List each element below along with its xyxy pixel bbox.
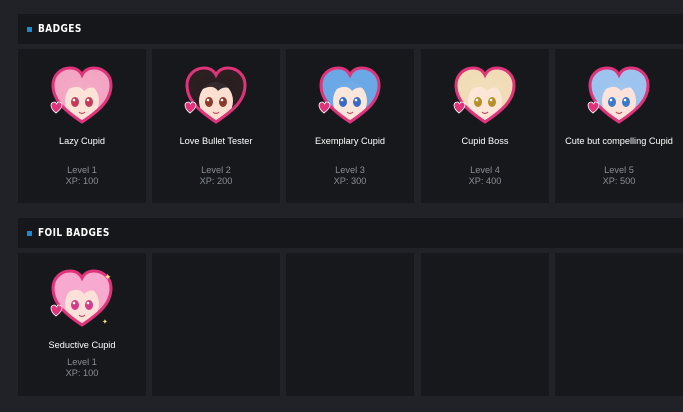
foil-badges-row: ✦ ✦ Seductive Cupid Level 1 XP: 100 — [18, 253, 683, 396]
love-bullet-tester-badge-icon — [184, 66, 247, 124]
svg-text:✦: ✦ — [104, 273, 112, 283]
badge-xp: XP: 400 — [468, 176, 502, 186]
section-marker-icon — [27, 26, 32, 32]
empty-badge-slot — [152, 253, 280, 396]
badge-name: Cupid Boss — [461, 136, 509, 146]
badge-card-exemplary-cupid[interactable]: Exemplary Cupid Level 3 XP: 300 — [286, 49, 414, 203]
badge-xp: XP: 100 — [65, 176, 99, 186]
badge-level: Level 1 — [67, 357, 97, 367]
badge-name: Lazy Cupid — [59, 136, 105, 146]
badge-card-love-bullet-tester[interactable]: Love Bullet Tester Level 2 XP: 200 — [152, 49, 280, 203]
badge-level: Level 1 — [67, 165, 97, 175]
foil-badges-section-header: FOIL BADGES — [18, 218, 683, 248]
lazy-cupid-badge-icon — [50, 66, 113, 124]
badge-xp: XP: 300 — [333, 176, 367, 186]
badge-level: Level 3 — [335, 165, 365, 175]
cute-but-compelling-cupid-badge-icon — [587, 66, 650, 124]
badge-level: Level 4 — [470, 165, 500, 175]
cupid-boss-badge-icon — [453, 66, 516, 124]
badge-level: Level 2 — [201, 165, 231, 175]
badge-name: Cute but compelling Cupid — [565, 136, 673, 146]
badge-name: Exemplary Cupid — [315, 136, 385, 146]
section-marker-icon — [27, 230, 32, 236]
badge-name: Seductive Cupid — [48, 340, 116, 350]
badge-card-cupid-boss[interactable]: Cupid Boss Level 4 XP: 400 — [421, 49, 549, 203]
seductive-cupid-badge-icon: ✦✦ — [50, 269, 113, 327]
empty-badge-slot — [286, 253, 414, 396]
badge-xp: XP: 200 — [199, 176, 233, 186]
badge-card-lazy-cupid[interactable]: Lazy Cupid Level 1 XP: 100 — [18, 49, 146, 203]
empty-badge-slot — [421, 253, 549, 396]
badges-row: Lazy Cupid Level 1 XP: 100 Love Bullet T… — [18, 49, 683, 203]
badge-card-cute-but-compelling-cupid[interactable]: Cute but compelling Cupid Level 5 XP: 50… — [555, 49, 683, 203]
svg-text:✦: ✦ — [102, 318, 108, 326]
badges-section-header: BADGES — [18, 14, 683, 44]
exemplary-cupid-badge-icon — [318, 66, 381, 124]
badge-level: Level 5 — [604, 165, 634, 175]
foil-badges-section-title: FOIL BADGES — [38, 227, 110, 239]
badge-xp: XP: 500 — [602, 176, 636, 186]
badge-card-seductive-cupid[interactable]: ✦ ✦ Seductive Cupid Level 1 XP: 100 — [18, 253, 146, 396]
badge-name: Love Bullet Tester — [179, 136, 253, 146]
empty-badge-slot — [555, 253, 683, 396]
badge-xp: XP: 100 — [65, 368, 99, 378]
badges-section-title: BADGES — [38, 23, 82, 35]
